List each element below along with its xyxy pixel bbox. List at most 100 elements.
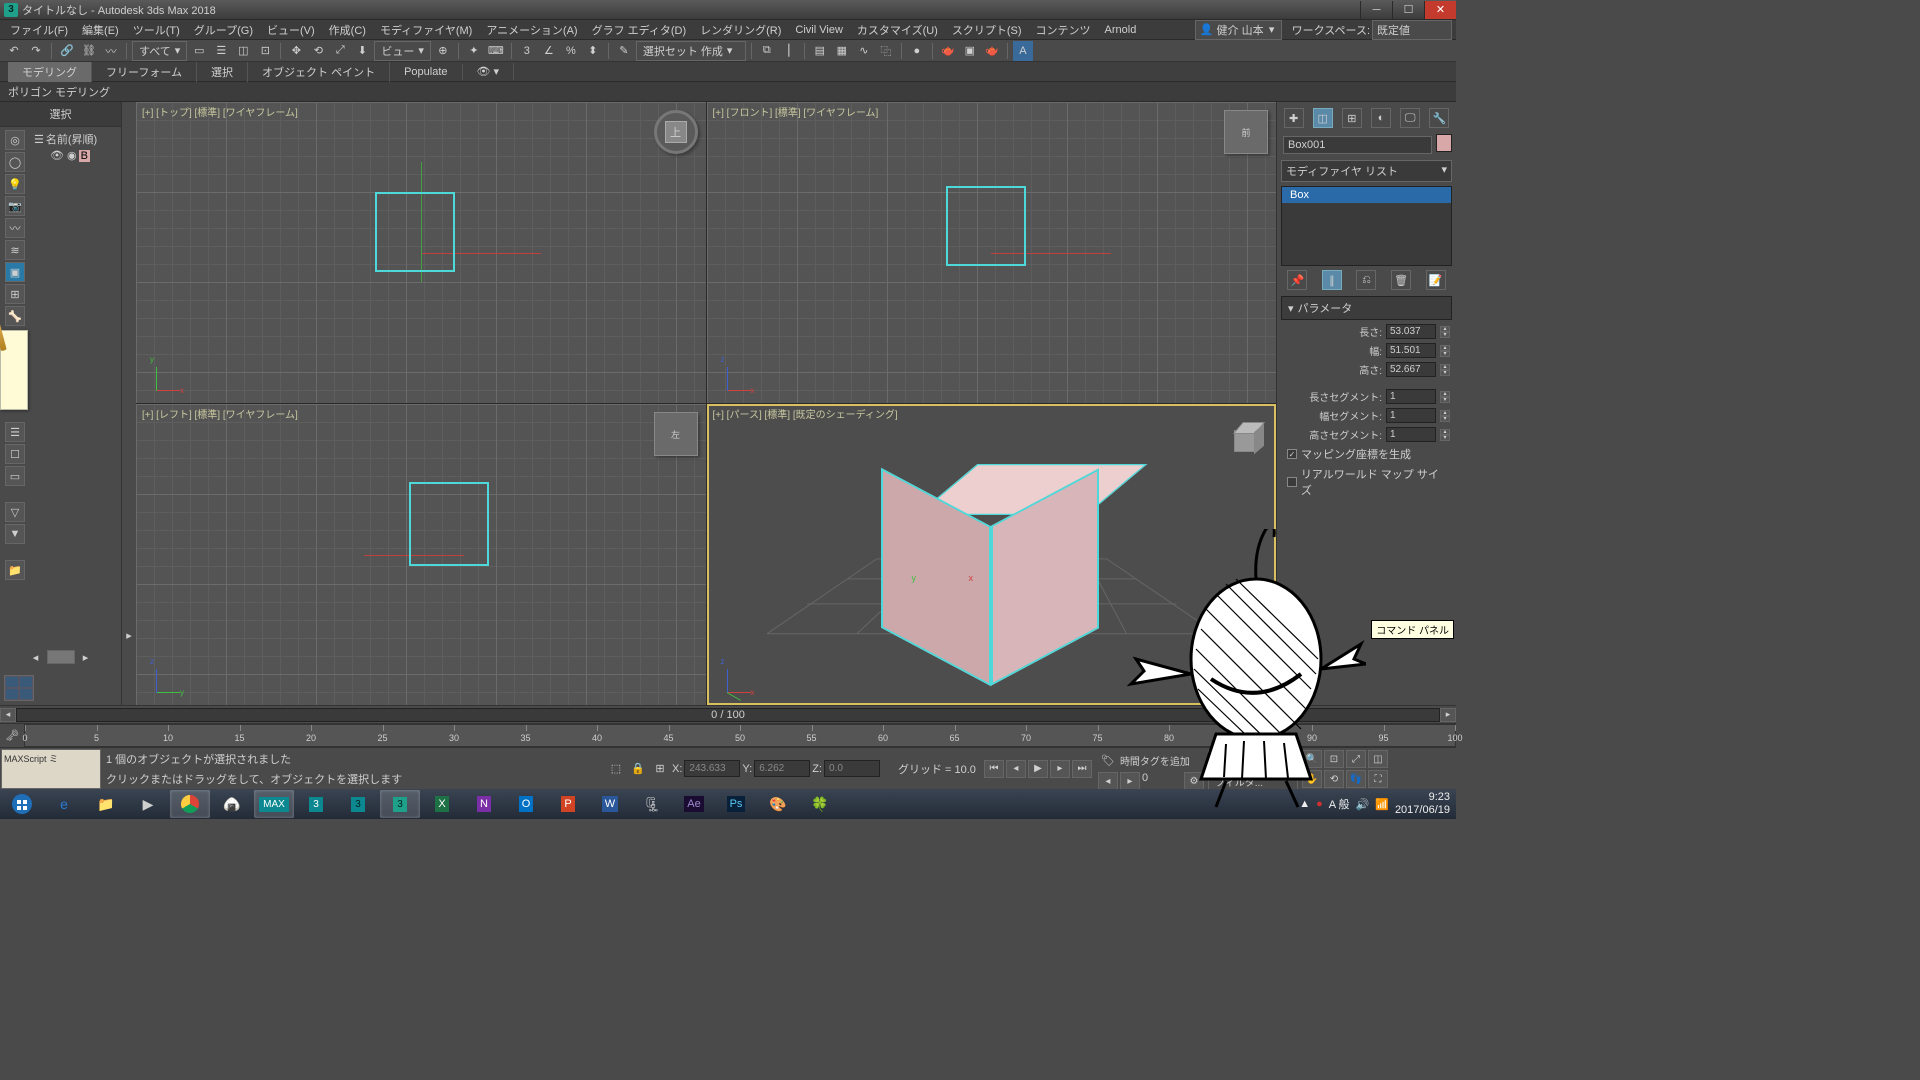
scroll-right-icon[interactable]: ▸ (76, 647, 96, 667)
play-button[interactable]: ▶ (1028, 760, 1048, 778)
menu-create[interactable]: 作成(C) (323, 20, 372, 40)
filter-geometry-icon[interactable]: ◎ (5, 130, 25, 150)
lock-icon[interactable]: 🔒 (628, 759, 648, 779)
length-spinner[interactable]: ▴▾ (1440, 326, 1450, 338)
width-input[interactable]: 51.501 (1386, 343, 1436, 358)
goto-start-button[interactable]: ⏮ (984, 760, 1004, 778)
folder-icon[interactable]: 📁 (5, 560, 25, 580)
filter-funnel-icon[interactable]: ▽ (5, 502, 25, 522)
window-crossing-button[interactable]: ⊡ (255, 41, 275, 61)
ribbon-panel-polymodeling[interactable]: ポリゴン モデリング (8, 84, 110, 100)
time-slider-track[interactable]: 0 / 100 (16, 708, 1440, 722)
realworld-map-checkbox[interactable]: リアルワールド マップ サイズ (1279, 464, 1454, 500)
a360-button[interactable]: A (1013, 41, 1033, 61)
height-spinner[interactable]: ▴▾ (1440, 364, 1450, 376)
viewport-left[interactable]: [+] [レフト] [標準] [ワイヤフレーム] yz 左 (136, 404, 706, 705)
task-excel-icon[interactable]: X (422, 790, 462, 818)
object-name-field[interactable]: Box001 (1283, 136, 1432, 154)
render-frame-button[interactable]: ▣ (960, 41, 980, 61)
task-media-icon[interactable]: ▶ (128, 790, 168, 818)
task-clover-icon[interactable]: 🍀 (800, 790, 840, 818)
task-explorer-icon[interactable]: 📁 (86, 790, 126, 818)
key-mode-icon[interactable]: 🗝 (0, 724, 24, 747)
toggle-ribbon-button[interactable]: ▦ (832, 41, 852, 61)
workspace-dropdown[interactable]: 既定値 (1372, 20, 1452, 40)
maxscript-mini-listener[interactable]: MAXScript ミ (1, 749, 101, 789)
bind-spacewarp-button[interactable]: 〰 (101, 41, 121, 61)
task-3dsmax4-icon[interactable]: 3 (380, 790, 420, 818)
hseg-input[interactable]: 1 (1386, 427, 1436, 442)
prev-key-button[interactable]: ◂ (1006, 760, 1026, 778)
viewport-perspective[interactable]: [+] [パース] [標準] [既定のシェーディング] x y xz (707, 404, 1277, 705)
pivot-button[interactable]: ⊕ (433, 41, 453, 61)
refcoord-dropdown[interactable]: ビュー▾ (374, 41, 431, 61)
task-onigiri-icon[interactable]: 🍙 (212, 790, 252, 818)
task-ie-icon[interactable]: e (44, 790, 84, 818)
mirror-button[interactable]: ⧉ (757, 41, 777, 61)
material-editor-button[interactable]: ● (907, 41, 927, 61)
task-3dsmax2-icon[interactable]: 3 (296, 790, 336, 818)
zoom-region-button[interactable]: ◫ (1368, 750, 1388, 768)
ribbon-tab-populate[interactable]: Populate (390, 64, 462, 80)
task-outlook-icon[interactable]: O (506, 790, 546, 818)
list-none-icon[interactable]: ☐ (5, 444, 25, 464)
scroll-thumb[interactable] (47, 650, 75, 664)
redo-button[interactable]: ↷ (26, 41, 46, 61)
modifier-list-dropdown[interactable]: モディファイヤ リスト▾ (1281, 160, 1452, 182)
menu-script[interactable]: スクリプト(S) (946, 20, 1028, 40)
menu-modifier[interactable]: モディファイヤ(M) (374, 20, 478, 40)
filter-helpers-icon[interactable]: 〰 (5, 218, 25, 238)
motion-tab-icon[interactable]: ◐ (1371, 108, 1391, 128)
ribbon-tab-modeling[interactable]: モデリング (8, 62, 92, 82)
viewport-layout-button[interactable] (4, 675, 34, 701)
move-button[interactable]: ✥ (286, 41, 306, 61)
select-object-button[interactable]: ▭ (189, 41, 209, 61)
menu-content[interactable]: コンテンツ (1030, 20, 1097, 40)
ribbon-tab-freeform[interactable]: フリーフォーム (92, 62, 197, 82)
coord-x-input[interactable]: 243.633 (684, 760, 740, 777)
maximize-button[interactable]: ☐ (1392, 1, 1424, 19)
keyboard-shortcut-button[interactable]: ⌨ (486, 41, 506, 61)
remove-modifier-icon[interactable]: 🗑 (1391, 270, 1411, 290)
rollout-parameters[interactable]: ▾ パラメータ (1281, 296, 1452, 320)
coord-y-input[interactable]: 6.262 (754, 760, 810, 777)
spinner-snap-button[interactable]: ⬍ (583, 41, 603, 61)
viewport-front[interactable]: [+] [フロント] [標準] [ワイヤフレーム] xz 前 (707, 102, 1277, 403)
ribbon-tab-selection[interactable]: 選択 (197, 62, 248, 82)
lseg-spinner[interactable]: ▴▾ (1440, 391, 1450, 403)
walk-button[interactable]: 👣 (1346, 770, 1366, 788)
object-color-swatch[interactable] (1436, 134, 1452, 152)
task-ppt-icon[interactable]: P (548, 790, 588, 818)
manipulate-button[interactable]: ✦ (464, 41, 484, 61)
user-account-dropdown[interactable]: 👤 健介 山本 ▾ (1195, 20, 1282, 40)
transform-type-icon[interactable]: ⊞ (650, 759, 670, 779)
hierarchy-tab-icon[interactable]: ⊞ (1342, 108, 1362, 128)
frame-input[interactable]: 0 (1142, 772, 1182, 790)
key-step-left[interactable]: ◂ (1098, 772, 1118, 790)
placement-button[interactable]: ⬇ (352, 41, 372, 61)
filter-spacewarps-icon[interactable]: ≋ (5, 240, 25, 260)
tray-clock[interactable]: 9:232017/06/19 (1395, 791, 1450, 817)
stack-item-box[interactable]: Box (1282, 187, 1451, 203)
scroll-left-icon[interactable]: ◂ (26, 647, 46, 667)
sort-header[interactable]: ☰ 名前(昇順) (32, 129, 119, 149)
menu-render[interactable]: レンダリング(R) (694, 20, 787, 40)
modify-tab-icon[interactable]: ◫ (1313, 108, 1333, 128)
filter-cameras-icon[interactable]: 📷 (5, 196, 25, 216)
utilities-tab-icon[interactable]: 🔧 (1429, 108, 1449, 128)
task-ae-icon[interactable]: Ae (674, 790, 714, 818)
wseg-spinner[interactable]: ▴▾ (1440, 410, 1450, 422)
menu-edit[interactable]: 編集(E) (76, 20, 125, 40)
tray-ime-label[interactable]: A 般 (1329, 796, 1350, 812)
viewport-top[interactable]: [+] [トップ] [標準] [ワイヤフレーム] xy 上 (136, 102, 706, 403)
minimize-button[interactable]: ─ (1360, 1, 1392, 19)
menu-file[interactable]: ファイル(F) (4, 20, 74, 40)
timetag-icon[interactable]: 🏷 (1098, 750, 1118, 770)
menu-graph[interactable]: グラフ エディタ(D) (586, 20, 693, 40)
menu-view[interactable]: ビュー(V) (261, 20, 321, 40)
rotate-button[interactable]: ⟲ (308, 41, 328, 61)
goto-end-button[interactable]: ⏭ (1072, 760, 1092, 778)
maximize-vp-button[interactable]: ⛶ (1368, 770, 1388, 788)
width-spinner[interactable]: ▴▾ (1440, 345, 1450, 357)
close-button[interactable]: ✕ (1424, 1, 1456, 19)
